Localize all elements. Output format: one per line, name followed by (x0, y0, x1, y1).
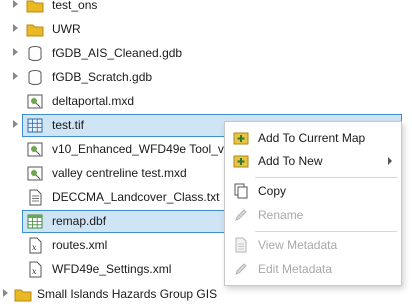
tree-item-deltaportal[interactable]: deltaportal.mxd (0, 90, 412, 113)
tree-item-label: DECCMA_Landcover_Class.txt (52, 190, 220, 204)
menu-item-label: Add To New (258, 154, 323, 168)
folder-icon (26, 0, 44, 14)
context-menu: Add To Current Map Add To New Copy Renam… (224, 121, 402, 286)
add-data-icon (232, 152, 250, 170)
expand-chevron-icon[interactable] (13, 72, 18, 80)
metadata-icon (232, 236, 250, 254)
menu-item-label: Add To Current Map (258, 131, 366, 145)
tree-item-label: UWR (52, 22, 81, 36)
tree-item-label: test.tif (52, 118, 85, 132)
expand-chevron-icon[interactable] (13, 120, 18, 128)
tree-item-fgdb-ais-cleaned[interactable]: fGDB_AIS_Cleaned.gdb (0, 42, 412, 65)
tree-item-label: fGDB_AIS_Cleaned.gdb (52, 46, 183, 60)
tree-item-label: Small Islands Hazards Group GIS (37, 287, 218, 301)
tree-item-label: deltaportal.mxd (52, 94, 135, 108)
geodatabase-icon (26, 69, 44, 86)
menu-separator (255, 177, 397, 178)
tree-item-fgdb-scratch[interactable]: fGDB_Scratch.gdb (0, 66, 412, 89)
table-icon (26, 213, 44, 230)
text-file-icon (26, 189, 44, 206)
folder-icon (26, 21, 44, 38)
tree-item-label: v10_Enhanced_WFD49e Tool_v15 (52, 142, 238, 156)
menu-separator (255, 231, 397, 232)
raster-icon (26, 117, 44, 134)
folder-icon (14, 286, 32, 303)
menu-item-add-to-new[interactable]: Add To New (225, 149, 401, 173)
map-document-icon (26, 165, 44, 182)
pencil-icon (232, 206, 250, 224)
tree-item-uwr[interactable]: UWR (0, 18, 412, 41)
pencil-icon (232, 260, 250, 278)
menu-item-label: View Metadata (258, 238, 338, 252)
tree-item-label: routes.xml (52, 238, 108, 252)
tree-item-label: valley centreline test.mxd (52, 166, 187, 180)
tree-item-test-ons[interactable]: test_ons (0, 0, 412, 17)
tree-item-small-islands[interactable]: Small Islands Hazards Group GIS (0, 283, 412, 306)
submenu-arrow-icon (388, 157, 392, 165)
expand-chevron-icon[interactable] (3, 289, 8, 297)
tree-item-label: WFD49e_Settings.xml (52, 262, 172, 276)
map-document-icon (26, 93, 44, 110)
menu-item-label: Copy (258, 184, 287, 198)
add-data-icon (232, 129, 250, 147)
geodatabase-icon (26, 45, 44, 62)
menu-item-view-metadata[interactable]: View Metadata (225, 233, 401, 257)
tree-item-label: fGDB_Scratch.gdb (52, 70, 153, 84)
xml-file-icon: x (26, 237, 44, 254)
menu-item-copy[interactable]: Copy (225, 179, 401, 203)
svg-text:x: x (32, 243, 37, 252)
tree-item-label: test_ons (52, 0, 98, 12)
menu-item-label: Rename (258, 208, 304, 222)
tree-item-label: remap.dbf (52, 214, 107, 228)
expand-chevron-icon[interactable] (13, 0, 18, 8)
menu-item-add-to-current-map[interactable]: Add To Current Map (225, 126, 401, 150)
expand-chevron-icon[interactable] (13, 24, 18, 32)
copy-icon (232, 182, 250, 200)
expand-chevron-icon[interactable] (13, 48, 18, 56)
svg-text:x: x (32, 267, 37, 276)
menu-item-label: Edit Metadata (258, 262, 333, 276)
menu-item-edit-metadata[interactable]: Edit Metadata (225, 257, 401, 281)
menu-item-rename[interactable]: Rename (225, 203, 401, 227)
xml-file-icon: x (26, 261, 44, 278)
map-document-icon (26, 141, 44, 158)
